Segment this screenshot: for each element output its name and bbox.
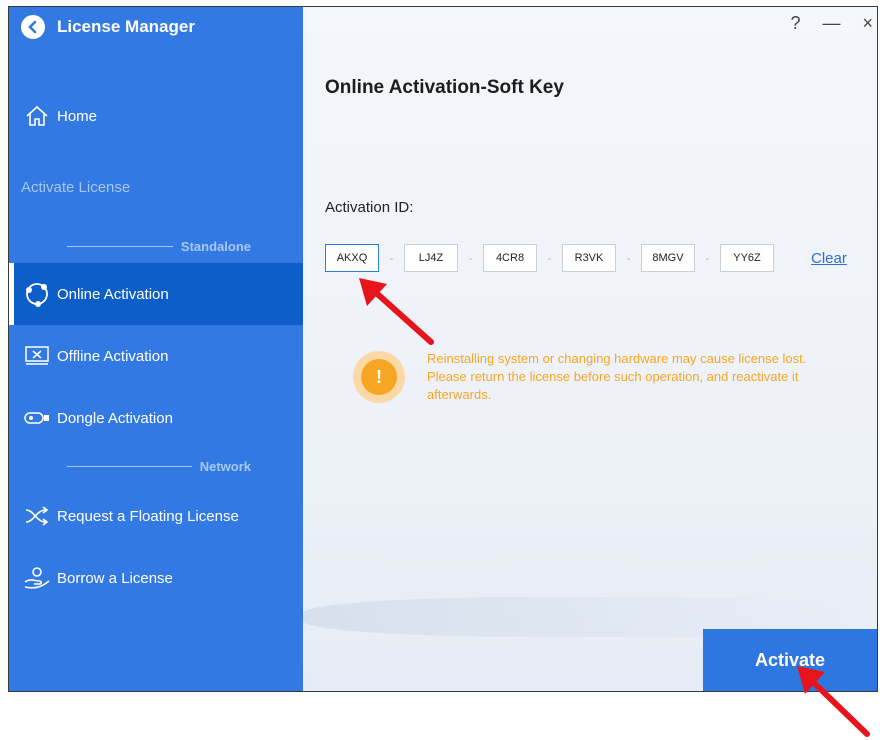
sidebar-item-label: Dongle Activation	[57, 409, 173, 427]
warning-message: Reinstalling system or changing hardware…	[427, 351, 807, 402]
window-controls: ? — ×	[790, 13, 873, 34]
sidebar-item-home[interactable]: Home	[9, 85, 303, 147]
warning-icon: !	[353, 351, 405, 403]
activation-key-segment-4[interactable]: R3VK	[562, 244, 616, 272]
borrow-hand-icon	[23, 564, 51, 592]
home-icon	[23, 102, 51, 130]
activation-key-segment-6[interactable]: YY6Z	[720, 244, 774, 272]
sidebar-item-label: Home	[57, 107, 98, 125]
license-manager-window: License Manager Home Activate License St…	[8, 6, 878, 692]
activation-id-fields: AKXQ - LJ4Z - 4CR8 - R3VK - 8MGV - YY6Z	[325, 244, 774, 272]
main-panel: ? — × Online Activation-Soft Key Activat…	[303, 7, 877, 691]
close-icon[interactable]: ×	[862, 13, 873, 34]
sidebar: License Manager Home Activate License St…	[9, 7, 303, 691]
sidebar-item-floating-license[interactable]: Request a Floating License	[9, 485, 303, 547]
help-icon[interactable]: ?	[790, 13, 800, 34]
activation-key-segment-3[interactable]: 4CR8	[483, 244, 537, 272]
annotation-arrow-activate	[797, 666, 870, 737]
group-divider-network: Network	[67, 459, 251, 474]
page-title: Online Activation-Soft Key	[325, 77, 564, 98]
sidebar-item-label: Online Activation	[57, 285, 169, 303]
offline-activation-icon	[23, 342, 51, 370]
online-activation-icon	[23, 280, 51, 308]
activation-key-segment-2[interactable]: LJ4Z	[404, 244, 458, 272]
activation-id-label: Activation ID:	[325, 199, 414, 216]
sidebar-item-offline-activation[interactable]: Offline Activation	[9, 325, 303, 387]
app-title: License Manager	[57, 17, 195, 36]
activation-key-segment-1[interactable]: AKXQ	[325, 244, 379, 272]
sidebar-item-dongle-activation[interactable]: Dongle Activation	[9, 387, 303, 449]
section-heading-activate: Activate License	[21, 179, 131, 196]
dongle-icon	[23, 404, 51, 432]
shuffle-icon	[23, 502, 51, 530]
clear-link[interactable]: Clear	[811, 250, 847, 267]
minimize-icon[interactable]: —	[822, 13, 840, 34]
app-header: License Manager	[21, 15, 195, 39]
sidebar-item-label: Offline Activation	[57, 347, 169, 365]
sidebar-item-borrow-license[interactable]: Borrow a License	[9, 547, 303, 609]
group-divider-standalone: Standalone	[67, 239, 251, 254]
back-icon[interactable]	[21, 15, 45, 39]
sidebar-item-label: Borrow a License	[57, 569, 173, 587]
annotation-arrow-key-field	[359, 278, 434, 345]
sidebar-item-online-activation[interactable]: Online Activation	[9, 263, 303, 325]
sidebar-item-label: Request a Floating License	[57, 507, 239, 525]
activation-key-segment-5[interactable]: 8MGV	[641, 244, 695, 272]
